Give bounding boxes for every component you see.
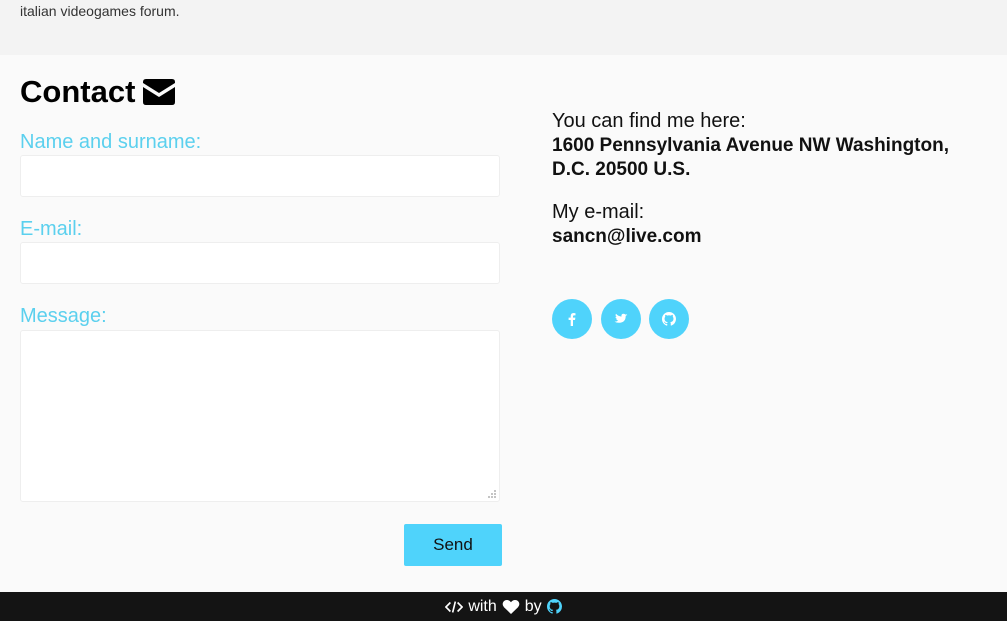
footer-github-link[interactable] (546, 599, 562, 614)
info-email-label: My e-mail: (552, 201, 645, 223)
header-blurb: italian videogames forum. (20, 3, 180, 19)
envelope-icon (143, 79, 176, 105)
contact-title: Contact (20, 74, 136, 109)
resize-grip-icon[interactable] (487, 489, 497, 499)
name-label: Name and surname: (20, 131, 202, 153)
twitter-icon (614, 313, 628, 323)
name-input[interactable] (20, 155, 500, 197)
heart-icon (502, 599, 520, 614)
footer-by-text: by (524, 597, 542, 615)
contact-heading: Contact (20, 74, 176, 110)
github-button[interactable] (649, 299, 689, 339)
info-email: sancn@live.com (552, 226, 702, 247)
info-intro: You can find me here: (552, 110, 746, 132)
facebook-icon (568, 313, 576, 326)
email-input[interactable] (20, 242, 500, 284)
info-address: 1600 Pennsylvania Avenue NW Washington, … (552, 135, 949, 180)
footer: with by (0, 592, 1007, 621)
send-button[interactable]: Send (404, 524, 502, 566)
header-strip: italian videogames forum. (0, 0, 1007, 55)
facebook-button[interactable] (552, 299, 592, 339)
code-icon (445, 600, 464, 613)
twitter-button[interactable] (601, 299, 641, 339)
github-icon (546, 599, 562, 614)
footer-with-text: with (468, 597, 497, 615)
email-label: E-mail: (20, 218, 83, 240)
message-label: Message: (20, 305, 107, 327)
message-textarea[interactable] (20, 330, 500, 502)
github-icon (662, 312, 676, 326)
